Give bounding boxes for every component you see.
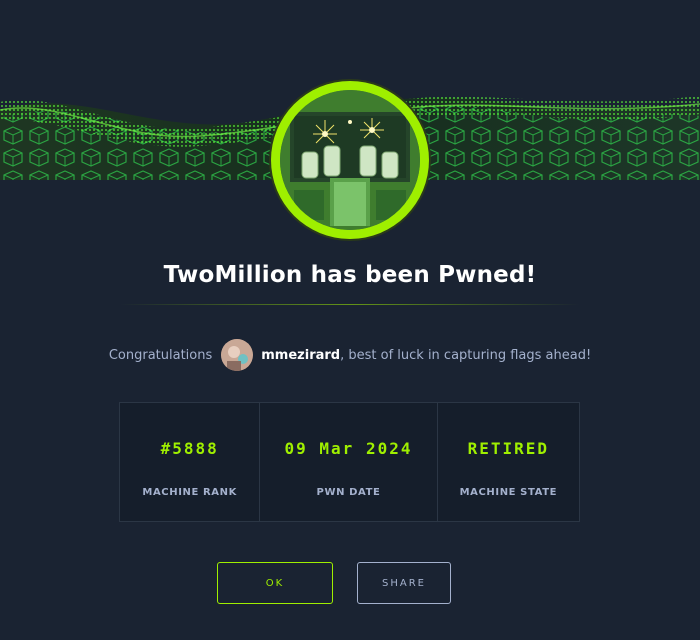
congrats-message: Congratulations mmezirard , best of luck…	[0, 339, 700, 371]
ok-button[interactable]: OK	[217, 562, 333, 604]
stat-label: PWN DATE	[316, 487, 381, 498]
stat-value: #5888	[160, 439, 219, 458]
username-link[interactable]: mmezirard	[261, 348, 340, 363]
stat-machine-state: RETIRED MACHINE STATE	[438, 403, 579, 521]
stat-label: MACHINE STATE	[459, 487, 558, 498]
stat-machine-rank: #5888 MACHINE RANK	[120, 403, 261, 521]
stats-panel: #5888 MACHINE RANK 09 Mar 2024 PWN DATE …	[119, 402, 580, 522]
machine-avatar	[271, 81, 429, 239]
modal-title: TwoMillion has been Pwned!	[163, 262, 537, 288]
stat-label: MACHINE RANK	[142, 487, 237, 498]
stat-value: 09 Mar 2024	[284, 439, 413, 458]
stat-value: RETIRED	[467, 439, 550, 458]
title-divider	[120, 304, 580, 305]
stat-pwn-date: 09 Mar 2024 PWN DATE	[260, 403, 438, 521]
congrats-prefix: Congratulations	[108, 347, 213, 363]
user-avatar-icon[interactable]	[221, 339, 254, 371]
congrats-suffix: , best of luck in capturing flags ahead!	[340, 347, 592, 363]
machine-avatar-icon	[280, 90, 420, 230]
share-button[interactable]: SHARE	[357, 562, 451, 604]
